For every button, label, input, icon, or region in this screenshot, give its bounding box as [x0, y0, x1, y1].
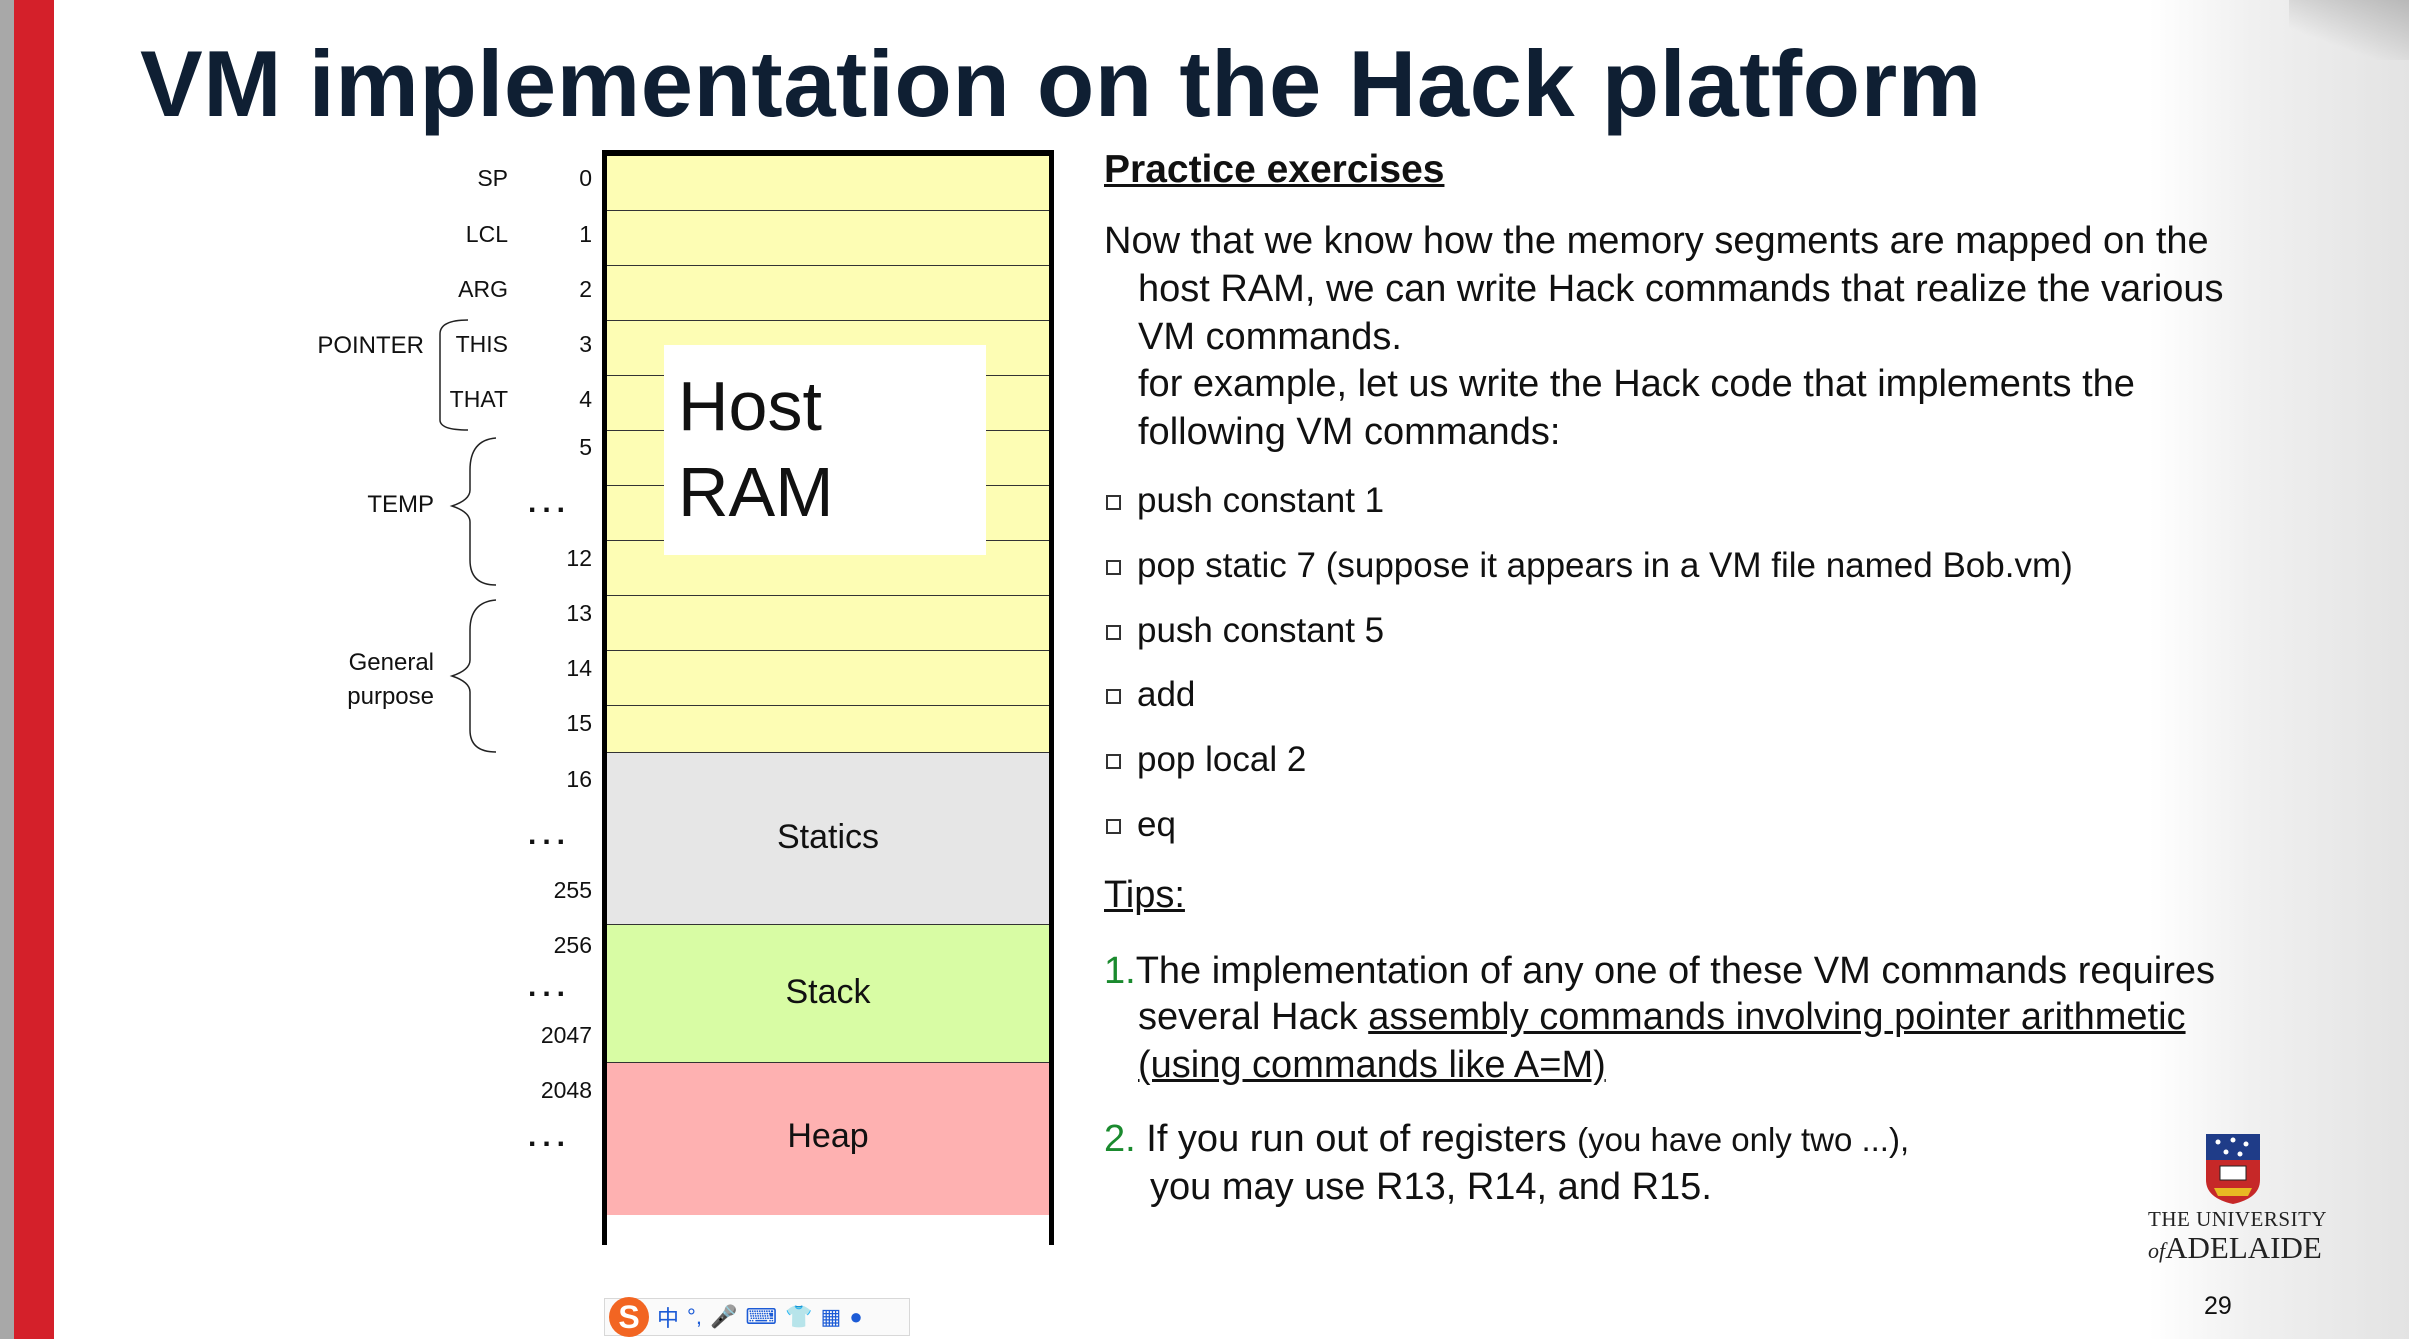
checkbox-bullet-icon [1106, 625, 1121, 641]
tip-number: 1. [1104, 950, 1136, 992]
intro-line: for example, let us write the Hack code … [1138, 363, 2135, 405]
intro-line: host RAM, we can write Hack commands tha… [1138, 268, 2224, 310]
toolbox-icon[interactable]: ▦ [821, 1304, 842, 1330]
ellipsis: ... [528, 970, 572, 1003]
tip-text: The implementation of any one of these V… [1135, 950, 2216, 992]
section-heading: Practice exercises [1104, 148, 1445, 191]
tip-2-line-1: 2. If you run out of registers (you have… [1104, 1118, 1909, 1161]
mascot-icon[interactable]: ● [849, 1304, 862, 1330]
bullet-item: push constant 1 [1106, 481, 1384, 521]
bullet-text: push constant 5 [1137, 611, 1385, 650]
sogou-logo-icon[interactable]: S [609, 1297, 649, 1337]
bullet-text: pop static 7 (suppose it appears in a VM… [1137, 546, 2073, 585]
ime-toolbar[interactable]: S 中 °, 🎤 ⌨ 👕 ▦ ● [604, 1297, 910, 1337]
tip-2-line-2: you may use R13, R14, and R15. [1150, 1166, 1712, 1208]
skin-icon[interactable]: 👕 [785, 1304, 812, 1330]
tip-text-small: (you have only two ...), [1577, 1121, 1910, 1158]
checkbox-bullet-icon [1106, 560, 1121, 576]
tip-number: 2. [1104, 1118, 1136, 1160]
ime-language-toggle[interactable]: 中 [657, 1301, 679, 1333]
address-label: 256 [553, 932, 592, 958]
statics-label: Statics [776, 818, 880, 856]
keyboard-icon[interactable]: ⌨ [745, 1304, 777, 1330]
microphone-icon[interactable]: 🎤 [710, 1304, 737, 1330]
checkbox-bullet-icon [1106, 754, 1121, 770]
checkbox-bullet-icon [1106, 689, 1121, 705]
logo-adelaide: ADELAIDE [2165, 1230, 2322, 1265]
page-number: 29 [2204, 1292, 2232, 1320]
logo-text: THE UNIVERSITY [2148, 1207, 2328, 1231]
intro-line: VM commands. [1138, 316, 1402, 358]
tip-text: several Hack [1138, 996, 1369, 1038]
bullet-item: pop local 2 [1106, 740, 1306, 780]
bullet-item: pop static 7 (suppose it appears in a VM… [1106, 546, 2073, 586]
punctuation-icon[interactable]: °, [687, 1304, 702, 1330]
checkbox-bullet-icon [1106, 819, 1121, 835]
corner-shade [2289, 0, 2409, 60]
bullet-text: pop local 2 [1137, 740, 1307, 779]
address-label: 2047 [540, 1022, 592, 1048]
address-label: 2048 [540, 1077, 592, 1103]
tip-1-line-1: 1.The implementation of any one of these… [1104, 950, 2215, 993]
address-label: 255 [553, 877, 592, 903]
ellipsis: ... [528, 818, 572, 851]
bullet-item: add [1106, 675, 1195, 715]
intro-line: following VM commands: [1138, 411, 1561, 453]
bullet-text: push constant 1 [1137, 481, 1385, 520]
bullet-text: eq [1137, 805, 1176, 844]
stack-label: Stack [785, 973, 871, 1011]
tip-1-line-3: (using commands like A=M) [1138, 1044, 1606, 1086]
checkbox-bullet-icon [1106, 495, 1121, 511]
intro-line: Now that we know how the memory segments… [1104, 220, 2209, 262]
tip-text: If you run out of registers [1135, 1118, 1578, 1160]
heap-label: Heap [787, 1117, 869, 1155]
tip-underlined-text: assembly commands involving pointer arit… [1368, 996, 2186, 1038]
tips-heading: Tips: [1104, 874, 1185, 916]
bullet-item: push constant 5 [1106, 611, 1384, 651]
stack-segment: Stack [607, 925, 1049, 1063]
ellipsis: ... [528, 1120, 572, 1153]
logo-of: of [2148, 1238, 2166, 1263]
bullet-text: add [1137, 675, 1196, 714]
logo-wordmark: ofADELAIDE [2148, 1230, 2322, 1266]
brace-lines [439, 319, 497, 753]
host-ram-label-box: Host RAM [664, 345, 986, 555]
ram-label: RAM [678, 453, 834, 531]
ram-right-border [1049, 150, 1054, 1245]
bullet-item: eq [1106, 805, 1176, 845]
heap-segment: Heap [607, 1063, 1049, 1215]
tip-1-line-2: several Hack assembly commands involving… [1138, 996, 2186, 1039]
